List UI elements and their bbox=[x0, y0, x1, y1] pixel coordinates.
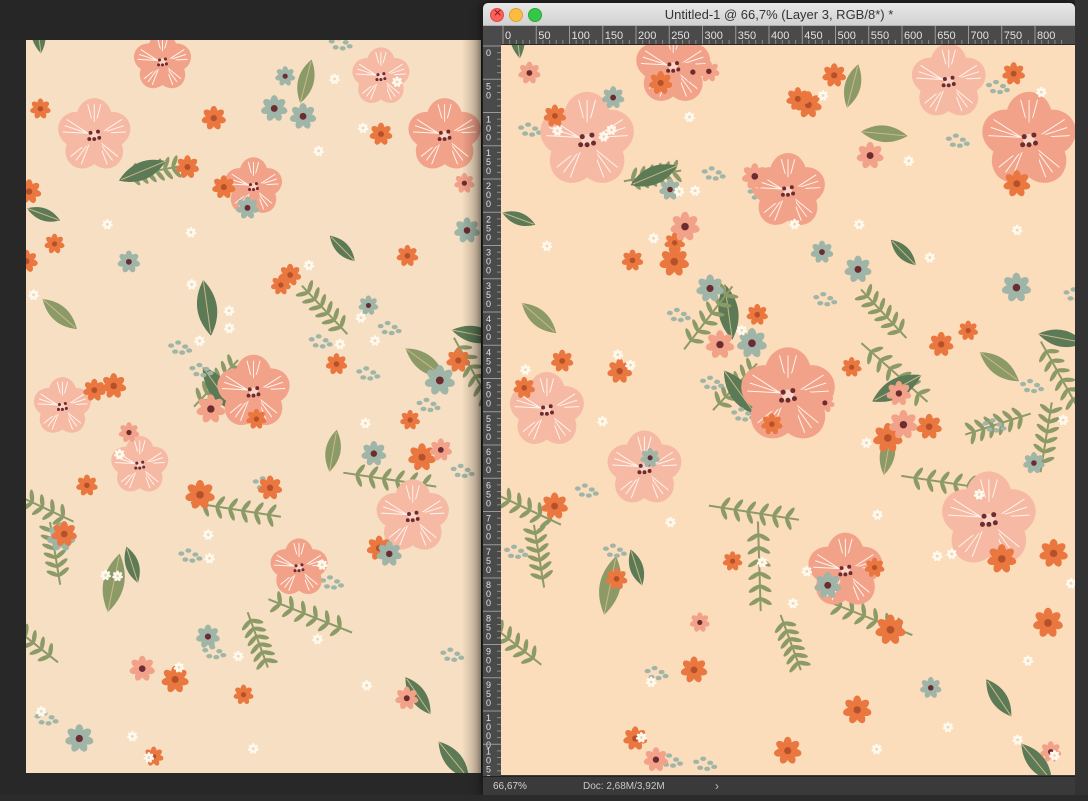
ruler-v-label: 0 bbox=[486, 232, 491, 242]
ruler-v-label: 0 bbox=[486, 665, 491, 675]
ruler-v-label: 0 bbox=[486, 332, 491, 342]
ruler-h-label: 250 bbox=[671, 30, 689, 42]
right-panel-edge bbox=[1075, 0, 1088, 801]
ruler-v-label: 0 bbox=[486, 432, 491, 442]
ruler-v-label: 0 bbox=[486, 565, 491, 575]
ruler-h-label: 650 bbox=[937, 30, 955, 42]
ruler-h-label: 200 bbox=[638, 30, 656, 42]
window-title: Untitled-1 @ 66,7% (Layer 3, RGB/8*) * bbox=[664, 7, 894, 22]
document-canvas[interactable] bbox=[501, 45, 1075, 775]
ruler-v-label: 0 bbox=[486, 532, 491, 542]
ruler-v-label: 0 bbox=[486, 598, 491, 608]
vertical-ruler-ticks: 0501001502002503003504004505005506006507… bbox=[483, 45, 501, 776]
document-size-info[interactable]: Doc: 2,68M/3,92M bbox=[583, 781, 665, 792]
status-bar: 66,67% Doc: 2,68M/3,92M › bbox=[483, 776, 1075, 795]
ruler-h-label: 350 bbox=[738, 30, 756, 42]
ruler-h-label: 450 bbox=[804, 30, 822, 42]
ruler-h-label: 100 bbox=[572, 30, 590, 42]
ruler-h-label: 0 bbox=[505, 30, 511, 42]
background-pattern bbox=[26, 40, 481, 773]
ruler-v-label: 0 bbox=[486, 90, 491, 100]
title-bar[interactable]: Untitled-1 @ 66,7% (Layer 3, RGB/8*) * bbox=[483, 3, 1075, 26]
ruler-v-label: 0 bbox=[486, 365, 491, 375]
vertical-ruler[interactable]: 0501001502002503003504004505005506006507… bbox=[483, 44, 502, 776]
ruler-origin[interactable] bbox=[483, 26, 502, 45]
ruler-h-label: 700 bbox=[971, 30, 989, 42]
ruler-h-label: 750 bbox=[1004, 30, 1022, 42]
background-document[interactable] bbox=[26, 40, 481, 773]
workspace-top-strip bbox=[0, 0, 482, 40]
ruler-h-label: 300 bbox=[705, 30, 723, 42]
ruler-v-label: 0 bbox=[486, 166, 491, 176]
bottom-strip bbox=[0, 795, 1088, 801]
ruler-v-label: 0 bbox=[486, 631, 491, 641]
ruler-v-label: 0 bbox=[486, 465, 491, 475]
ruler-v-label: 0 bbox=[486, 698, 491, 708]
ruler-v-label: 0 bbox=[486, 133, 491, 143]
zoom-level-field[interactable]: 66,67% bbox=[493, 781, 527, 792]
floral-pattern bbox=[501, 45, 1075, 775]
document-window[interactable]: Untitled-1 @ 66,7% (Layer 3, RGB/8*) * 0… bbox=[482, 2, 1076, 796]
ruler-h-label: 500 bbox=[838, 30, 856, 42]
ruler-v-label: 0 bbox=[486, 399, 491, 409]
ruler-h-label: 800 bbox=[1037, 30, 1055, 42]
ruler-v-label: 0 bbox=[486, 199, 491, 209]
ruler-h-label: 50 bbox=[538, 30, 550, 42]
ruler-h-label: 550 bbox=[871, 30, 889, 42]
horizontal-ruler[interactable]: 0 50 100 150 200 250 300 350 400 450 500 550 600 650 7… bbox=[501, 26, 1075, 45]
ruler-v-label: 0 bbox=[486, 48, 491, 58]
ruler-v-label: 0 bbox=[486, 299, 491, 309]
ruler-h-label: 600 bbox=[904, 30, 922, 42]
horizontal-ruler-ticks: 0 50 100 150 200 250 300 350 400 450 500 550 600 650 7… bbox=[502, 26, 1063, 44]
ruler-h-label: 400 bbox=[771, 30, 789, 42]
ruler-v-label: 0 bbox=[486, 498, 491, 508]
ruler-h-label: 150 bbox=[605, 30, 623, 42]
ruler-v-label: 0 bbox=[486, 266, 491, 276]
status-menu-chevron-icon[interactable]: › bbox=[715, 779, 719, 793]
